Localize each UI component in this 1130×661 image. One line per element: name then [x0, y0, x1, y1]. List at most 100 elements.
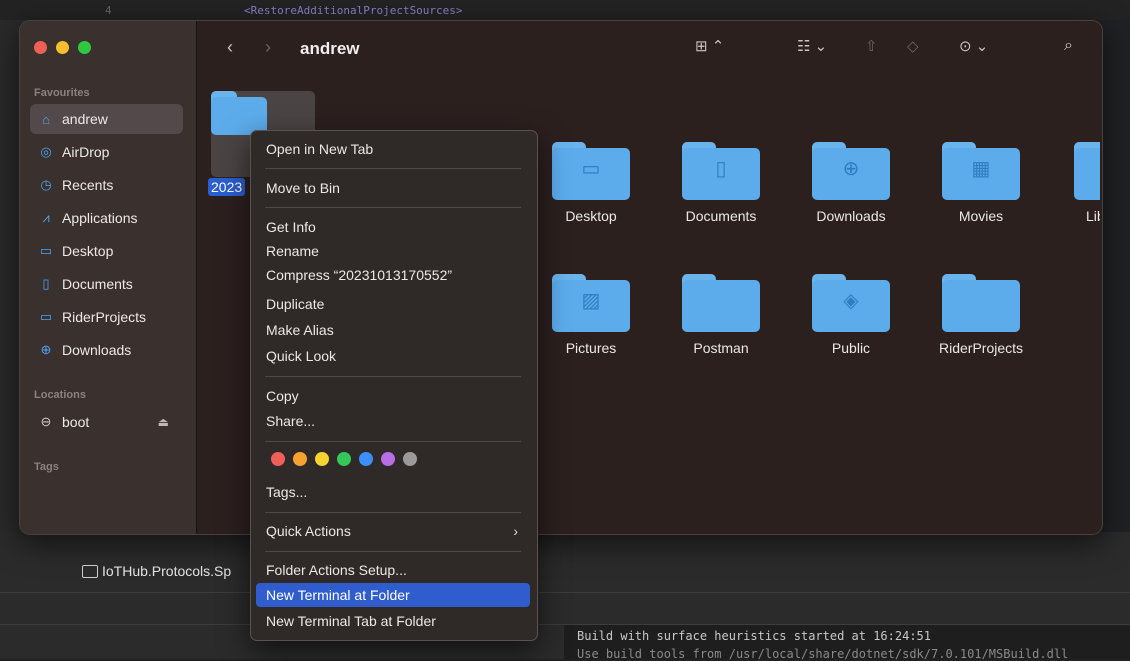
sidebar-item-downloads[interactable]: ⊕ Downloads [30, 335, 183, 365]
document-glyph-icon: ▯ [715, 158, 727, 180]
home-icon: ⌂ [42, 111, 50, 127]
sidebar-item-label: boot [62, 414, 90, 430]
tag-blue-dot[interactable] [359, 452, 373, 466]
sidebar-item-desktop[interactable]: ▭ Desktop [30, 236, 183, 266]
sidebar-item-documents[interactable]: ▯ Documents [30, 269, 183, 299]
folder-documents[interactable]: ▯ Documents [656, 142, 786, 224]
folder-icon [942, 274, 1020, 332]
sidebar-item-label: Applications [62, 210, 138, 226]
folder-icon [1074, 142, 1100, 200]
sidebar-item-label: AirDrop [62, 144, 110, 160]
tag-icon[interactable]: ◇ [907, 37, 919, 55]
divider [0, 592, 1130, 593]
finder-sidebar: Favourites ⌂ andrew ◎ AirDrop ◷ Recents … [20, 21, 197, 534]
tag-red-dot[interactable] [271, 452, 285, 466]
folder-icon: ▯ [682, 142, 760, 200]
selected-folder-label[interactable]: 2023 [208, 178, 246, 196]
folder-pictures[interactable]: ▨ Pictures [526, 274, 656, 356]
menu-item-compress[interactable]: Compress “20231013170552” [256, 263, 530, 287]
menu-item-tags[interactable]: Tags... [256, 480, 530, 504]
context-menu: Open in New Tab Move to Bin Get Info Ren… [250, 130, 538, 641]
drive-icon: ⊖ [40, 414, 52, 429]
folder-label: Desktop [565, 208, 617, 224]
zoom-button[interactable] [78, 41, 91, 54]
menu-separator [265, 441, 521, 442]
menu-item-open-new-tab[interactable]: Open in New Tab [256, 137, 530, 161]
menu-item-new-terminal[interactable]: New Terminal at Folder [256, 583, 530, 607]
group-icon[interactable]: ☷ ⌄ [797, 37, 827, 55]
folder-public[interactable]: ◈ Public [786, 274, 916, 356]
tag-yellow-dot[interactable] [315, 452, 329, 466]
tag-purple-dot[interactable] [381, 452, 395, 466]
eject-icon[interactable]: ⏏ [158, 415, 169, 429]
folder-label: Movies [958, 208, 1004, 224]
console-line: Build with surface heuristics started at… [577, 629, 932, 643]
chevron-right-icon: › [513, 523, 518, 539]
folder-icon: ▨ [552, 274, 630, 332]
menu-item-rename[interactable]: Rename [256, 239, 530, 263]
folder-movies[interactable]: ▦ Movies [916, 142, 1046, 224]
menu-item-folder-actions-setup[interactable]: Folder Actions Setup... [256, 558, 530, 582]
sidebar-item-recents[interactable]: ◷ Recents [30, 170, 183, 200]
folder-icon: ◈ [812, 274, 890, 332]
film-glyph-icon: ▦ [971, 158, 991, 180]
menu-item-make-alias[interactable]: Make Alias [256, 318, 530, 342]
menu-item-get-info[interactable]: Get Info [256, 215, 530, 239]
folder-library[interactable]: Lib [1046, 142, 1100, 224]
sidebar-item-applications[interactable]: ⩘ Applications [30, 203, 183, 233]
folder-label: Public [831, 340, 871, 356]
ide-file-tab[interactable]: IoTHub.Protocols.Sp [82, 563, 231, 579]
finder-toolbar: ‹ › andrew ⊞ ⌃ ☷ ⌄ ⇧ ◇ ⊙ ⌄ ⌕ [197, 21, 1102, 79]
folder-downloads[interactable]: ⊕ Downloads [786, 142, 916, 224]
window-icon [82, 564, 98, 578]
menu-item-new-terminal-tab[interactable]: New Terminal Tab at Folder [256, 609, 530, 633]
folder-icon [682, 274, 760, 332]
tag-green-dot[interactable] [337, 452, 351, 466]
locations-header: Locations [34, 389, 86, 401]
tag-orange-dot[interactable] [293, 452, 307, 466]
tag-grey-dot[interactable] [403, 452, 417, 466]
folder-label: Lib [1086, 208, 1100, 224]
folder-postman[interactable]: Postman [656, 274, 786, 356]
search-icon[interactable]: ⌕ [1064, 37, 1073, 55]
folder-label: Documents [685, 208, 757, 224]
tag-color-picker [271, 452, 417, 466]
sidebar-item-label: Documents [62, 276, 133, 292]
code-line: <RestoreAdditionalProjectSources> [244, 4, 463, 17]
more-actions-icon[interactable]: ⊙ ⌄ [959, 37, 988, 55]
menu-item-copy[interactable]: Copy [256, 384, 530, 408]
document-icon: ▯ [42, 276, 50, 291]
download-icon: ⊕ [40, 342, 52, 357]
folder-desktop[interactable]: ▭ Desktop [526, 142, 656, 224]
folder-label: Downloads [816, 208, 886, 224]
share-icon[interactable]: ⇧ [865, 37, 878, 55]
sidebar-item-boot[interactable]: ⊖ boot ⏏ [30, 407, 183, 437]
ide-code-bar: 4 <RestoreAdditionalProjectSources> [0, 0, 1130, 20]
tags-header: Tags [34, 461, 59, 473]
back-icon[interactable]: ‹ [227, 37, 233, 58]
folder-icon: ⊕ [812, 142, 890, 200]
menu-item-duplicate[interactable]: Duplicate [256, 292, 530, 316]
forward-icon[interactable]: › [265, 37, 271, 58]
menu-item-label: Quick Actions [266, 523, 351, 539]
applications-icon: ⩘ [42, 210, 50, 225]
menu-item-quick-actions[interactable]: Quick Actions › [256, 519, 530, 543]
menu-separator [265, 207, 521, 208]
sidebar-item-label: andrew [62, 111, 108, 127]
sidebar-item-andrew[interactable]: ⌂ andrew [30, 104, 183, 134]
menu-item-share[interactable]: Share... [256, 409, 530, 433]
sidebar-item-label: Recents [62, 177, 114, 193]
menu-item-move-to-bin[interactable]: Move to Bin [256, 176, 530, 200]
public-glyph-icon: ◈ [843, 290, 859, 312]
sidebar-item-riderprojects[interactable]: ▭ RiderProjects [30, 302, 183, 332]
clock-icon: ◷ [40, 177, 52, 192]
download-glyph-icon: ⊕ [842, 158, 860, 180]
sidebar-item-label: Desktop [62, 243, 114, 259]
sidebar-item-airdrop[interactable]: ◎ AirDrop [30, 137, 183, 167]
menu-item-quick-look[interactable]: Quick Look [256, 344, 530, 368]
ide-file-tab-label: IoTHub.Protocols.Sp [102, 563, 232, 579]
close-button[interactable] [34, 41, 47, 54]
folder-riderprojects[interactable]: RiderProjects [916, 274, 1046, 356]
view-grid-icon[interactable]: ⊞ ⌃ [695, 37, 724, 55]
minimize-button[interactable] [56, 41, 69, 54]
